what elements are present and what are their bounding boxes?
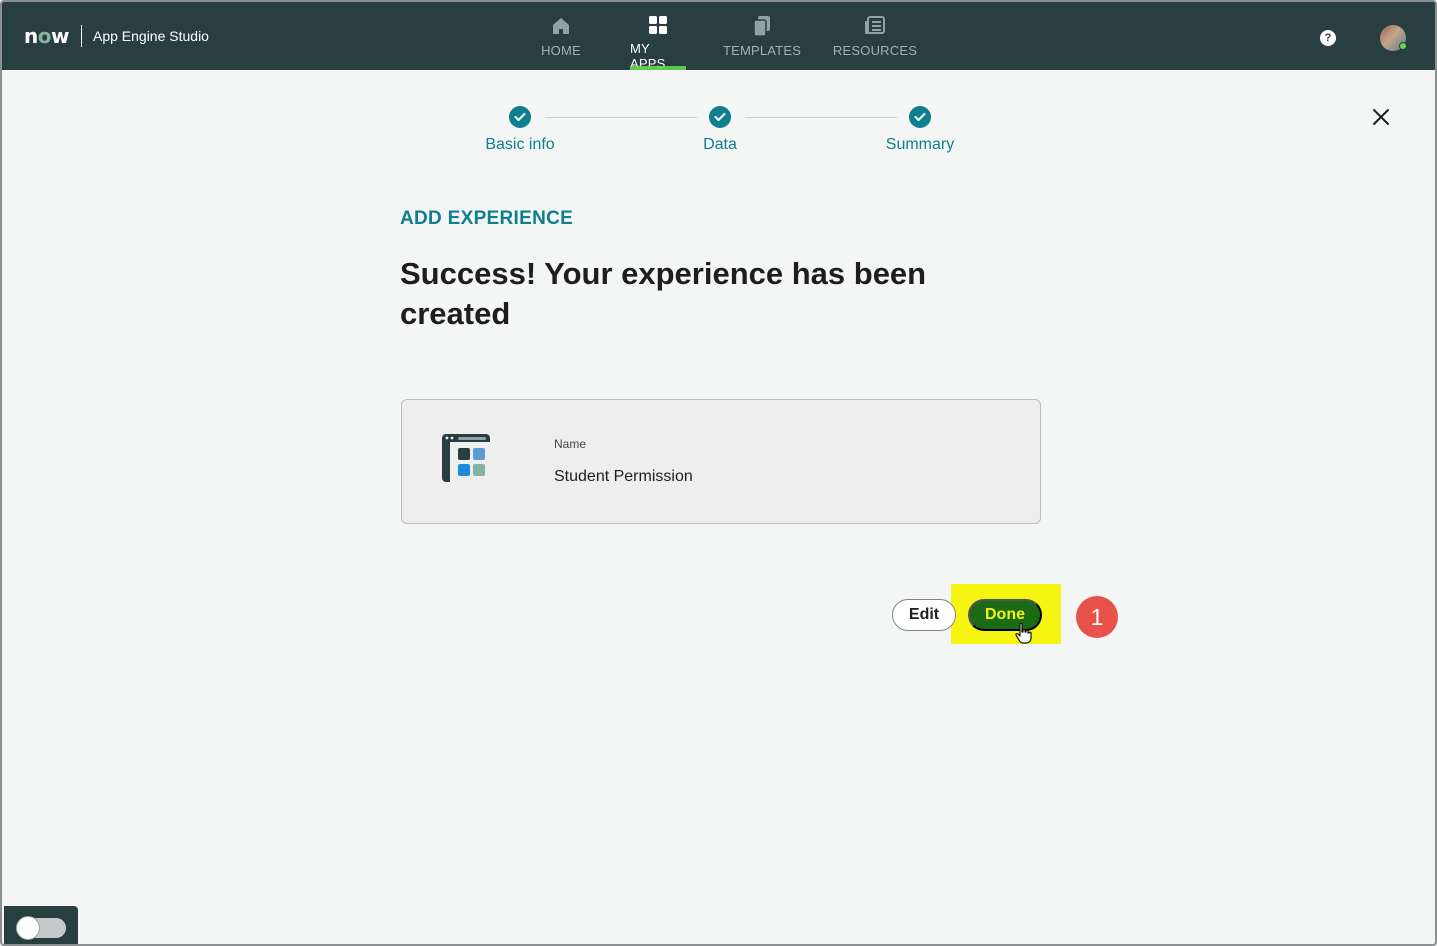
check-icon <box>509 106 531 128</box>
toggle-container <box>4 906 78 944</box>
brand-divider <box>80 25 82 47</box>
nav-item-templates[interactable]: TEMPLATES <box>722 2 802 70</box>
step-annotation-badge: 1 <box>1076 596 1118 638</box>
now-logo: now <box>24 24 69 48</box>
name-field-label: Name <box>554 437 587 451</box>
app-window: now App Engine Studio HOME MY APPS TEMPL… <box>0 0 1437 946</box>
nav-item-home[interactable]: HOME <box>532 2 590 70</box>
home-icon <box>550 15 572 37</box>
step-label: Summary <box>885 136 955 153</box>
page-title: Success! Your experience has been create… <box>400 256 927 331</box>
help-icon[interactable]: ? <box>1320 30 1336 46</box>
step-basic-info: Basic info <box>450 106 590 154</box>
experience-app-icon <box>442 434 490 482</box>
step-label: Data <box>703 136 737 153</box>
step-label: Basic info <box>485 136 555 153</box>
brand[interactable]: now App Engine Studio <box>24 24 209 48</box>
progress-stepper: Basic info Data Summary <box>472 106 972 166</box>
experience-summary-card: Name Student Permission <box>401 399 1041 524</box>
app-title: App Engine Studio <box>92 28 209 44</box>
check-icon <box>709 106 731 128</box>
step-data: Data <box>650 106 790 154</box>
grid-icon <box>647 15 669 35</box>
main-nav: HOME MY APPS TEMPLATES RESOURCES <box>532 2 952 71</box>
nav-label-home: HOME <box>541 43 581 58</box>
page-eyebrow: ADD EXPERIENCE <box>400 208 574 229</box>
close-icon[interactable] <box>1370 106 1392 128</box>
name-field-value: Student Permission <box>554 468 693 485</box>
top-navigation-bar: now App Engine Studio HOME MY APPS TEMPL… <box>2 2 1435 71</box>
nav-item-my-apps[interactable]: MY APPS <box>630 2 686 71</box>
hand-cursor-icon <box>1014 622 1032 644</box>
toggle-knob[interactable] <box>16 916 40 940</box>
check-icon <box>909 106 931 128</box>
templates-icon <box>751 15 773 37</box>
step-summary: Summary <box>850 106 990 154</box>
nav-label-resources: RESOURCES <box>832 43 918 58</box>
nav-label-templates: TEMPLATES <box>722 43 802 58</box>
resources-icon <box>864 15 886 37</box>
nav-item-resources[interactable]: RESOURCES <box>833 2 917 70</box>
edit-button[interactable]: Edit <box>892 599 956 631</box>
presence-status-icon <box>1399 42 1407 50</box>
nav-label-my-apps: MY APPS <box>630 41 666 71</box>
